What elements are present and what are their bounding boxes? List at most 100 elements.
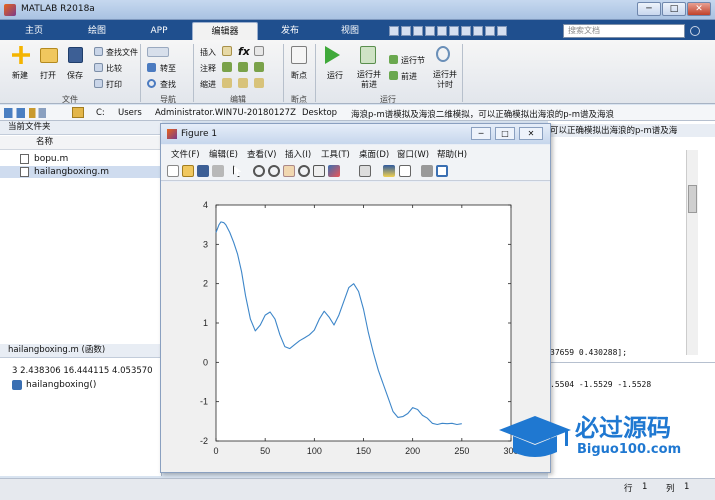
name-column-label: 名称 — [36, 137, 54, 147]
ribbon-separator — [193, 44, 194, 102]
insert-button[interactable]: 插入 — [200, 47, 216, 58]
breadcrumb-desktop[interactable]: Desktop — [302, 108, 337, 118]
show-plot-tools-icon[interactable] — [436, 165, 448, 177]
run-advance-icon — [360, 46, 376, 64]
watermark-logo: 必过源码 Biguo100.com — [495, 406, 695, 470]
run-button[interactable]: 运行 — [327, 70, 343, 81]
comment-icon[interactable] — [222, 62, 232, 72]
editor-scrollbar[interactable] — [686, 150, 698, 355]
menu-help[interactable]: 帮助(H) — [437, 148, 467, 160]
file-group-label: 文件 — [62, 95, 78, 104]
search-icon[interactable] — [690, 26, 700, 36]
rotate-3d-icon[interactable] — [298, 165, 310, 177]
figure-maximize-button[interactable]: □ — [495, 127, 515, 140]
run-and-time-button[interactable]: 运行并 计时 — [433, 70, 457, 90]
menu-tools[interactable]: 工具(T) — [321, 148, 350, 160]
x-tick-label: 200 — [405, 446, 420, 456]
legend-icon[interactable] — [399, 165, 411, 177]
col-label: 列 — [666, 484, 675, 494]
figure-toolbar — [161, 161, 550, 181]
indent-button[interactable]: 缩进 — [200, 79, 216, 90]
run-section-button[interactable]: 运行节 — [401, 55, 425, 66]
editor-tab[interactable]: 可以正确模拟出海浪的p-m谱及海 — [550, 124, 715, 137]
file-row-hailangboxing[interactable]: hailangboxing.m — [0, 166, 162, 178]
row-value: 1 — [642, 482, 648, 492]
navigation-buttons-icon[interactable] — [4, 108, 46, 118]
tab-view[interactable]: 视图 — [322, 22, 378, 40]
brush-icon[interactable] — [328, 165, 340, 177]
insert-section-icon[interactable] — [222, 46, 232, 56]
insert-function-icon[interactable] — [254, 46, 264, 56]
fx-icon[interactable]: fx — [238, 45, 250, 58]
menu-view[interactable]: 查看(V) — [247, 148, 276, 160]
data-cursor-icon[interactable] — [313, 165, 325, 177]
menu-file[interactable]: 文件(F) — [171, 148, 200, 160]
zoom-out-icon[interactable] — [268, 165, 280, 177]
pan-hand-icon[interactable] — [283, 165, 295, 177]
link-plot-icon[interactable] — [359, 165, 371, 177]
new-button[interactable]: 新建 — [12, 70, 28, 81]
menu-window[interactable]: 窗口(W) — [397, 148, 429, 160]
print-figure-icon[interactable] — [212, 165, 224, 177]
file-row-bopu[interactable]: bopu.m — [0, 153, 162, 165]
logo-url: Biguo100.com — [577, 442, 682, 457]
open-file-icon[interactable] — [182, 165, 194, 177]
function-signature: hailangboxing() — [26, 380, 97, 390]
search-documentation-input[interactable]: 搜索文档 — [563, 24, 685, 38]
breadcrumb-project-folder[interactable]: 海浪p-m谱模拟及海浪二维模拟，可以正确模拟出海浪的p-m谱及海浪 — [351, 108, 671, 120]
close-button[interactable]: ✕ — [687, 2, 711, 16]
m-file-icon — [20, 154, 29, 164]
breakpoints-button[interactable]: 断点 — [291, 70, 307, 81]
find-button[interactable]: 查找 — [160, 79, 176, 90]
find-magnifier-icon — [147, 79, 156, 88]
tab-editor[interactable]: 编辑器 — [192, 22, 258, 40]
figure-title-bar[interactable]: Figure 1 ─ □ ✕ — [161, 124, 550, 144]
print-button[interactable]: 打印 — [106, 79, 122, 90]
minimize-button[interactable]: ─ — [637, 2, 661, 16]
menu-desktop[interactable]: 桌面(D) — [359, 148, 389, 160]
decrease-indent-icon[interactable] — [254, 78, 264, 88]
menu-edit[interactable]: 编辑(E) — [209, 148, 238, 160]
compare-button[interactable]: 比较 — [106, 63, 122, 74]
comment-button[interactable]: 注释 — [200, 63, 216, 74]
figure-close-button[interactable]: ✕ — [519, 127, 543, 140]
tab-apps[interactable]: APP — [130, 22, 188, 40]
save-figure-icon[interactable] — [197, 165, 209, 177]
tab-home[interactable]: 主页 — [4, 22, 64, 40]
uncomment-icon[interactable] — [238, 62, 248, 72]
save-button[interactable]: 保存 — [67, 70, 83, 81]
goto-button[interactable]: 转至 — [160, 63, 176, 74]
find-files-button[interactable]: 查找文件 — [106, 47, 138, 58]
figure-window[interactable]: Figure 1 ─ □ ✕ 文件(F) 编辑(E) 查看(V) 插入(I) 工… — [160, 123, 551, 473]
matlab-logo-icon — [4, 4, 16, 16]
breadcrumb-users[interactable]: Users — [118, 108, 142, 118]
zoom-in-icon[interactable] — [253, 165, 265, 177]
tab-plots[interactable]: 绘图 — [68, 22, 126, 40]
menu-insert[interactable]: 插入(I) — [285, 148, 311, 160]
maximize-button[interactable]: □ — [662, 2, 686, 16]
back-forward-icon[interactable] — [147, 47, 169, 57]
tab-publish[interactable]: 发布 — [262, 22, 318, 40]
smart-indent-icon[interactable] — [222, 78, 232, 88]
name-column-header[interactable]: 名称 — [0, 136, 162, 150]
advance-button[interactable]: 前进 — [401, 71, 417, 82]
hide-plot-tools-icon[interactable] — [421, 165, 433, 177]
line-chart[interactable]: 0 50 100 150 200 250 300-2-101234 — [161, 182, 550, 472]
breadcrumb-user[interactable]: Administrator.WIN7U-20180127Z — [155, 108, 296, 118]
colorbar-icon[interactable] — [383, 165, 395, 177]
open-button[interactable]: 打开 — [40, 70, 56, 81]
edit-plot-arrow-icon[interactable] — [233, 165, 242, 177]
run-group-label: 运行 — [380, 95, 396, 104]
folder-icon — [72, 107, 84, 118]
increase-indent-icon[interactable] — [238, 78, 248, 88]
ribbon-separator — [283, 44, 284, 102]
open-folder-icon — [40, 48, 58, 63]
figure-minimize-button[interactable]: ─ — [471, 127, 491, 140]
wrap-comment-icon[interactable] — [254, 62, 264, 72]
print-icon — [94, 79, 103, 88]
y-tick-label: 1 — [203, 318, 208, 328]
file-name: hailangboxing.m — [34, 167, 109, 177]
new-figure-icon[interactable] — [167, 165, 179, 177]
breadcrumb-drive[interactable]: C: — [96, 108, 105, 118]
run-advance-button[interactable]: 运行并 前进 — [357, 70, 381, 90]
